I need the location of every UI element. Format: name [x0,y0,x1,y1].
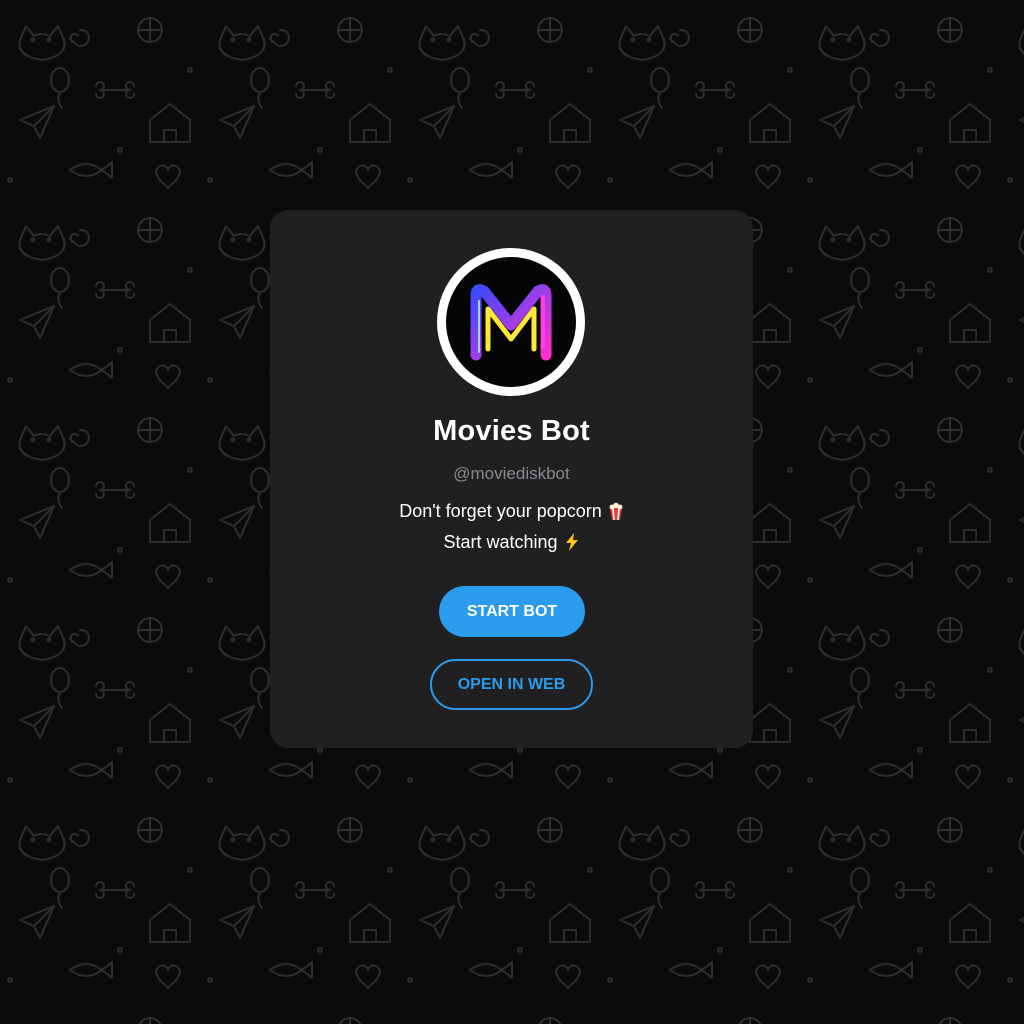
start-bot-button[interactable]: START BOT [439,586,585,637]
description-text-1: Don't forget your popcorn [399,501,602,521]
bot-description-line-2: Start watching [270,532,753,556]
neon-m-logo-icon [446,257,576,387]
bot-info-card: Movies Bot @moviediskbot Don't forget yo… [270,210,753,748]
description-text-2: Start watching [443,532,558,552]
open-in-web-button[interactable]: OPEN IN WEB [430,659,593,710]
bot-description-line-1: Don't forget your popcorn [270,501,753,525]
avatar [437,248,585,396]
popcorn-icon [608,502,624,525]
lightning-icon [564,533,580,556]
bot-name: Movies Bot [433,415,590,447]
bot-username: @moviediskbot [453,464,570,483]
